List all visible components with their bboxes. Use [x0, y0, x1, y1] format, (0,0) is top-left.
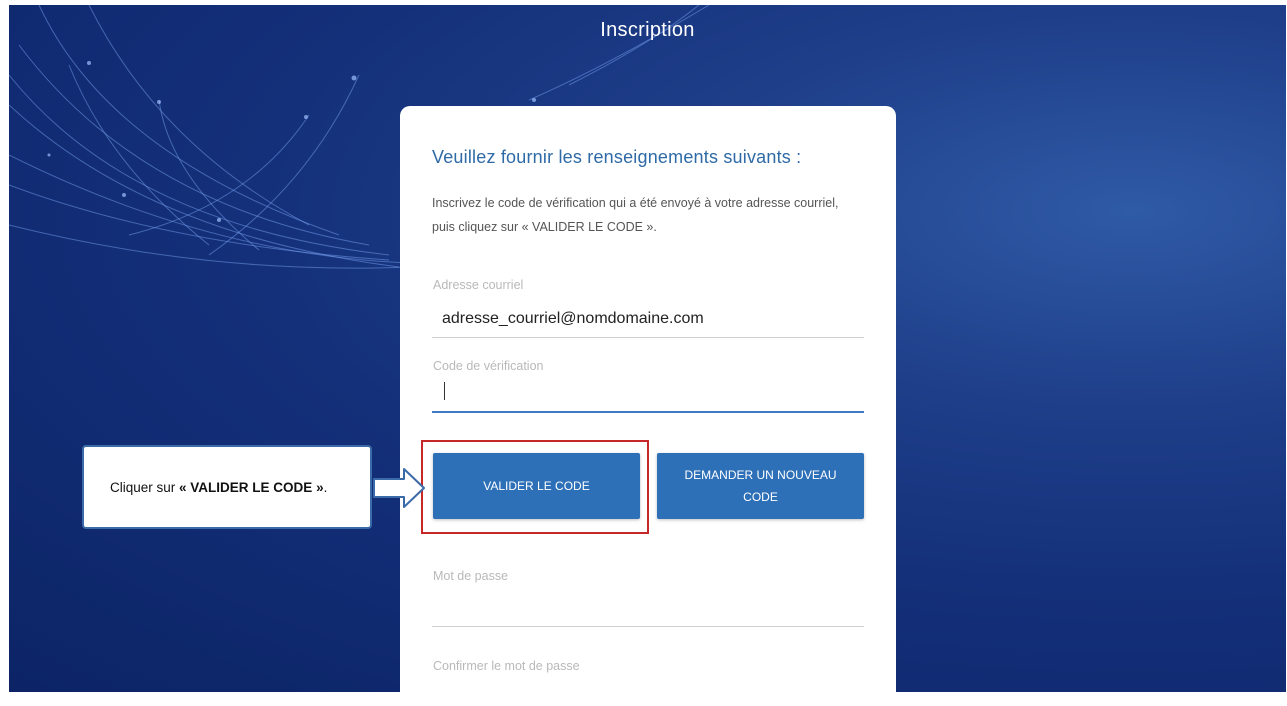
callout-emphasis: « VALIDER LE CODE »	[179, 479, 324, 495]
arrow-right-icon	[373, 468, 425, 508]
password-field[interactable]	[432, 626, 864, 627]
form-heading: Veuillez fournir les renseignements suiv…	[432, 147, 802, 167]
verification-code-underline	[432, 411, 864, 413]
email-field-underline	[432, 337, 864, 338]
text-caret	[444, 382, 445, 400]
validate-button-highlight	[421, 440, 649, 534]
verification-code-input[interactable]	[442, 382, 862, 404]
email-field-label: Adresse courriel	[433, 278, 524, 292]
form-instructions: Inscrivez le code de vérification qui a …	[432, 196, 839, 234]
callout-suffix: .	[323, 479, 328, 495]
verification-code-label: Code de vérification	[433, 359, 544, 373]
password-field-label: Mot de passe	[433, 569, 509, 583]
request-new-code-button[interactable]: DEMANDER UN NOUVEAU CODE	[657, 453, 864, 519]
email-field[interactable]: adresse_courriel@nomdomaine.com	[442, 310, 704, 328]
instruction-callout: Cliquer sur « VALIDER LE CODE ».	[82, 445, 372, 529]
page-title: Inscription	[600, 19, 695, 41]
callout-prefix: Cliquer sur	[110, 479, 176, 495]
confirm-password-field-label: Confirmer le mot de passe	[433, 659, 580, 673]
signup-form-card: Veuillez fournir les renseignements suiv…	[400, 106, 896, 706]
